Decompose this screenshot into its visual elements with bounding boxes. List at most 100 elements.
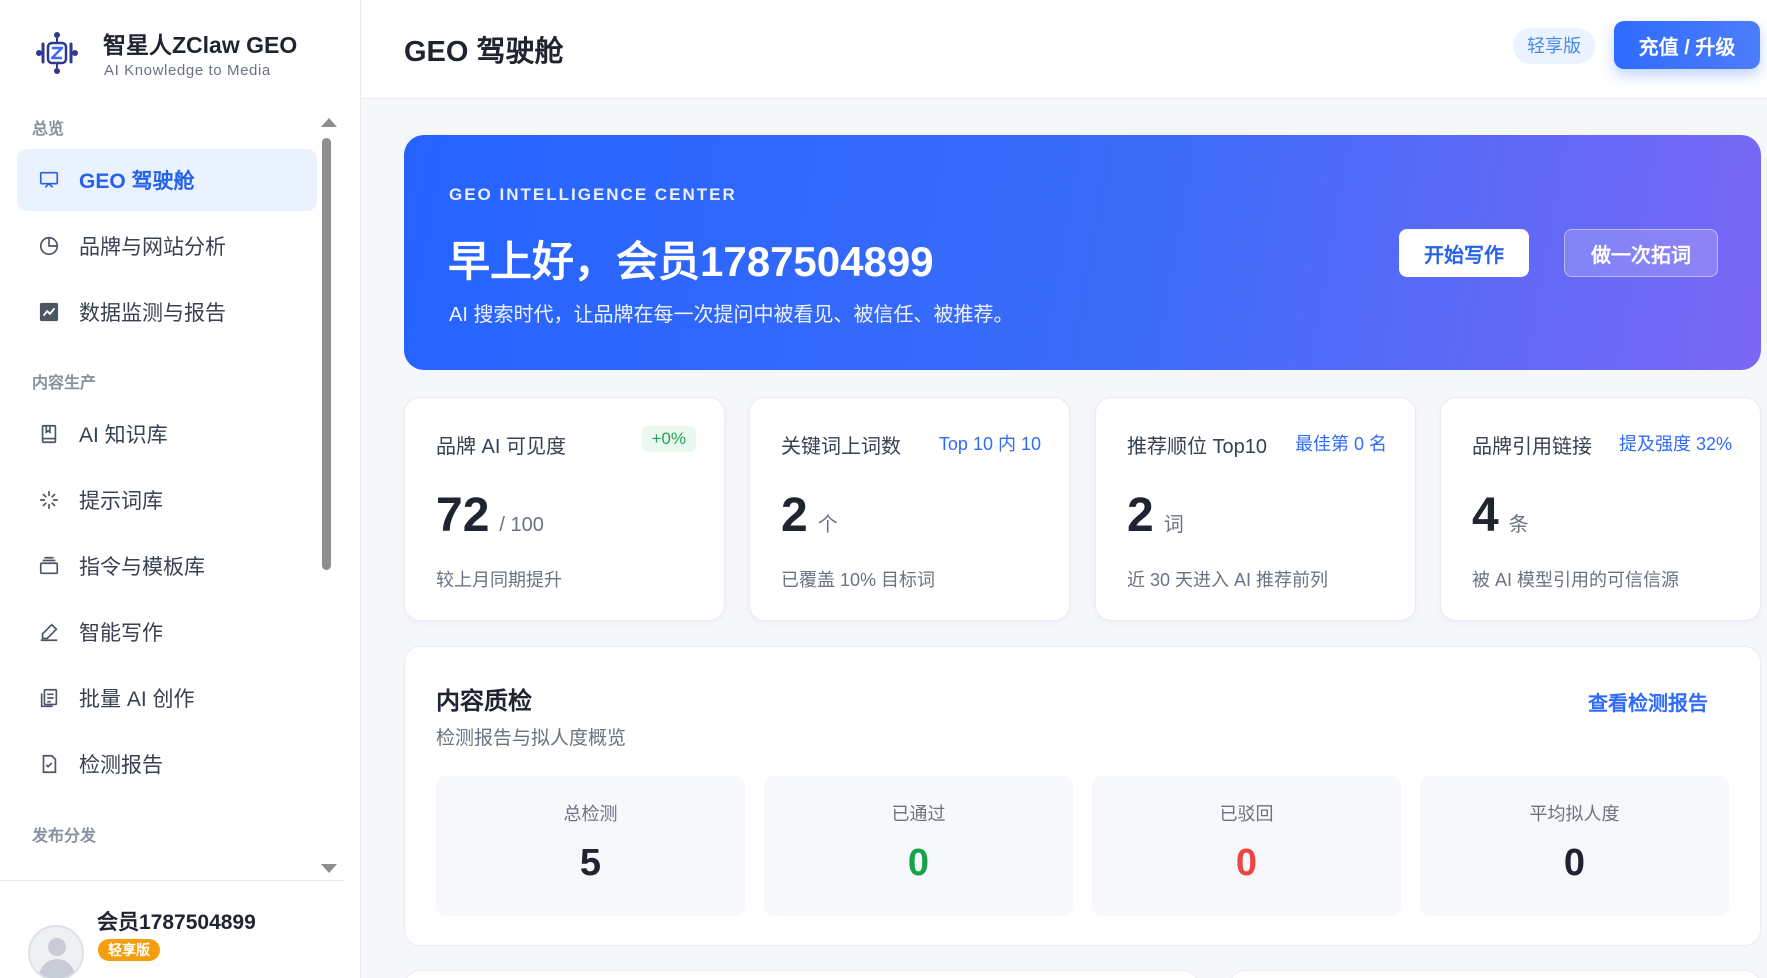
quality-tile-total: 总检测 5 <box>436 776 745 916</box>
stat-value: 2 词 <box>1127 488 1184 543</box>
sidebar-nav: 总览 GEO 驾驶舱 品牌与网站分析 数据监测与报告 内容生产 AI 知识库 提… <box>0 100 345 880</box>
sidebar-item-smart-writing[interactable]: 智能写作 <box>17 601 317 663</box>
sidebar-item-geo-cockpit[interactable]: GEO 驾驶舱 <box>17 149 317 211</box>
stat-value: 2 个 <box>781 488 838 543</box>
scroll-down-arrow-icon[interactable] <box>321 864 337 873</box>
page-title: GEO 驾驶舱 <box>404 36 564 68</box>
topbar: GEO 驾驶舱 轻享版 充值 / 升级 <box>361 0 1767 99</box>
tile-label: 已驳回 <box>1219 804 1274 824</box>
stat-number: 72 <box>436 489 490 542</box>
sidebar-item-data-monitoring[interactable]: 数据监测与报告 <box>17 281 317 343</box>
stat-tag: Top 10 内 10 <box>938 434 1041 454</box>
keyword-expansion-button[interactable]: 做一次拓词 <box>1564 229 1718 277</box>
plan-badge: 轻享版 <box>98 939 160 961</box>
pen-icon <box>37 620 61 644</box>
brand-title: 智星人ZClaw GEO <box>103 32 298 58</box>
stat-card-visibility: 品牌 AI 可见度 +0% 72 / 100 较上月同期提升 <box>404 397 725 621</box>
section-label-publish: 发布分发 <box>32 828 97 845</box>
stat-number: 4 <box>1472 489 1499 542</box>
next-panel-left <box>404 970 1199 978</box>
stat-card-citations: 品牌引用链接 提及强度 32% 4 条 被 AI 模型引用的可信信源 <box>1440 397 1761 621</box>
section-label-content: 内容生产 <box>32 375 97 392</box>
stat-number: 2 <box>781 489 808 542</box>
sidebar-item-label: 指令与模板库 <box>79 556 205 579</box>
avatar[interactable] <box>28 925 84 978</box>
stack-icon <box>37 554 61 578</box>
stat-unit: 词 <box>1163 514 1184 536</box>
stat-value: 4 条 <box>1472 488 1529 543</box>
section-label-overview: 总览 <box>32 121 65 138</box>
brand[interactable]: 智星人ZClaw GEO AI Knowledge to Media <box>30 22 330 84</box>
stat-note: 近 30 天进入 AI 推荐前列 <box>1127 570 1329 590</box>
tile-value: 0 <box>907 842 930 884</box>
panel-title: 内容质检 <box>436 688 532 715</box>
quality-tile-humanlike: 平均拟人度 0 <box>1420 776 1729 916</box>
stat-label: 推荐顺位 Top10 <box>1127 436 1268 458</box>
book-icon <box>37 422 61 446</box>
stat-card-ranking: 推荐顺位 Top10 最佳第 0 名 2 词 近 30 天进入 AI 推荐前列 <box>1095 397 1416 621</box>
stat-label: 关键词上词数 <box>781 436 901 458</box>
stat-card-keywords: 关键词上词数 Top 10 内 10 2 个 已覆盖 10% 目标词 <box>749 397 1070 621</box>
hero-eyebrow: GEO INTELLIGENCE CENTER <box>449 185 737 204</box>
stat-note: 较上月同期提升 <box>436 570 562 590</box>
sidebar-item-detection-report[interactable]: 检测报告 <box>17 733 317 795</box>
tile-label: 已通过 <box>891 804 946 824</box>
scroll-up-arrow-icon[interactable] <box>321 118 337 127</box>
tile-label: 总检测 <box>563 804 618 824</box>
quality-tile-passed: 已通过 0 <box>764 776 1073 916</box>
sidebar-item-label: 品牌与网站分析 <box>79 236 226 259</box>
line-chart-icon <box>37 300 61 324</box>
panel-subtitle: 检测报告与拟人度概览 <box>436 728 627 749</box>
sidebar-item-label: 检测报告 <box>79 754 163 777</box>
next-panel-right <box>1229 970 1761 978</box>
start-writing-button[interactable]: 开始写作 <box>1399 229 1529 277</box>
sidebar-item-batch-creation[interactable]: 批量 AI 创作 <box>17 667 317 729</box>
stat-tag: 提及强度 32% <box>1618 434 1732 454</box>
brand-subtitle: AI Knowledge to Media <box>104 62 271 79</box>
sparkle-icon <box>37 488 61 512</box>
stat-tag: +0% <box>641 426 696 452</box>
stat-unit: / 100 <box>499 514 544 536</box>
stat-label: 品牌 AI 可见度 <box>436 436 567 458</box>
hero-greeting: 早上好，会员1787504899 <box>448 238 934 285</box>
stat-number: 2 <box>1127 489 1154 542</box>
stat-tag: 最佳第 0 名 <box>1294 434 1387 454</box>
stat-label: 品牌引用链接 <box>1472 436 1592 458</box>
avatar-body <box>39 959 75 978</box>
tile-value: 0 <box>1235 842 1258 884</box>
sidebar: 智星人ZClaw GEO AI Knowledge to Media 总览 GE… <box>0 0 361 978</box>
tile-label: 平均拟人度 <box>1529 804 1620 824</box>
sidebar-item-label: 数据监测与报告 <box>79 302 226 325</box>
stat-value: 72 / 100 <box>436 488 544 543</box>
quality-tile-rejected: 已驳回 0 <box>1092 776 1401 916</box>
upgrade-button[interactable]: 充值 / 升级 <box>1614 21 1760 69</box>
sidebar-item-templates[interactable]: 指令与模板库 <box>17 535 317 597</box>
presentation-icon <box>37 168 61 192</box>
file-check-icon <box>37 752 61 776</box>
tile-value: 5 <box>579 842 602 884</box>
stat-unit: 条 <box>1508 514 1529 536</box>
pie-chart-icon <box>37 234 61 258</box>
sidebar-item-label: GEO 驾驶舱 <box>79 170 195 193</box>
user-name: 会员1787504899 <box>97 911 256 934</box>
copy-document-icon <box>37 686 61 710</box>
hero-banner: GEO INTELLIGENCE CENTER 早上好，会员1787504899… <box>404 135 1761 370</box>
sidebar-item-label: 提示词库 <box>79 490 163 513</box>
brand-logo-icon <box>36 32 78 74</box>
avatar-head <box>48 938 66 956</box>
sidebar-scroll-thumb[interactable] <box>322 138 331 570</box>
view-report-link[interactable]: 查看检测报告 <box>1588 687 1708 716</box>
sidebar-item-label: 批量 AI 创作 <box>79 688 195 711</box>
content-quality-panel: 内容质检 检测报告与拟人度概览 查看检测报告 总检测 5 已通过 0 已驳回 0… <box>404 646 1761 946</box>
sidebar-item-brand-analysis[interactable]: 品牌与网站分析 <box>17 215 317 277</box>
sidebar-item-prompt-library[interactable]: 提示词库 <box>17 469 317 531</box>
user-profile[interactable]: 会员1787504899 轻享版 <box>0 880 345 978</box>
sidebar-item-knowledge-base[interactable]: AI 知识库 <box>17 403 317 465</box>
stat-note: 被 AI 模型引用的可信信源 <box>1472 570 1680 590</box>
hero-description: AI 搜索时代，让品牌在每一次提问中被看见、被信任、被推荐。 <box>449 304 1014 326</box>
stat-note: 已覆盖 10% 目标词 <box>781 570 936 590</box>
stat-unit: 个 <box>817 514 838 536</box>
sidebar-item-label: AI 知识库 <box>79 424 168 447</box>
plan-chip: 轻享版 <box>1513 28 1595 64</box>
tile-value: 0 <box>1563 842 1586 884</box>
